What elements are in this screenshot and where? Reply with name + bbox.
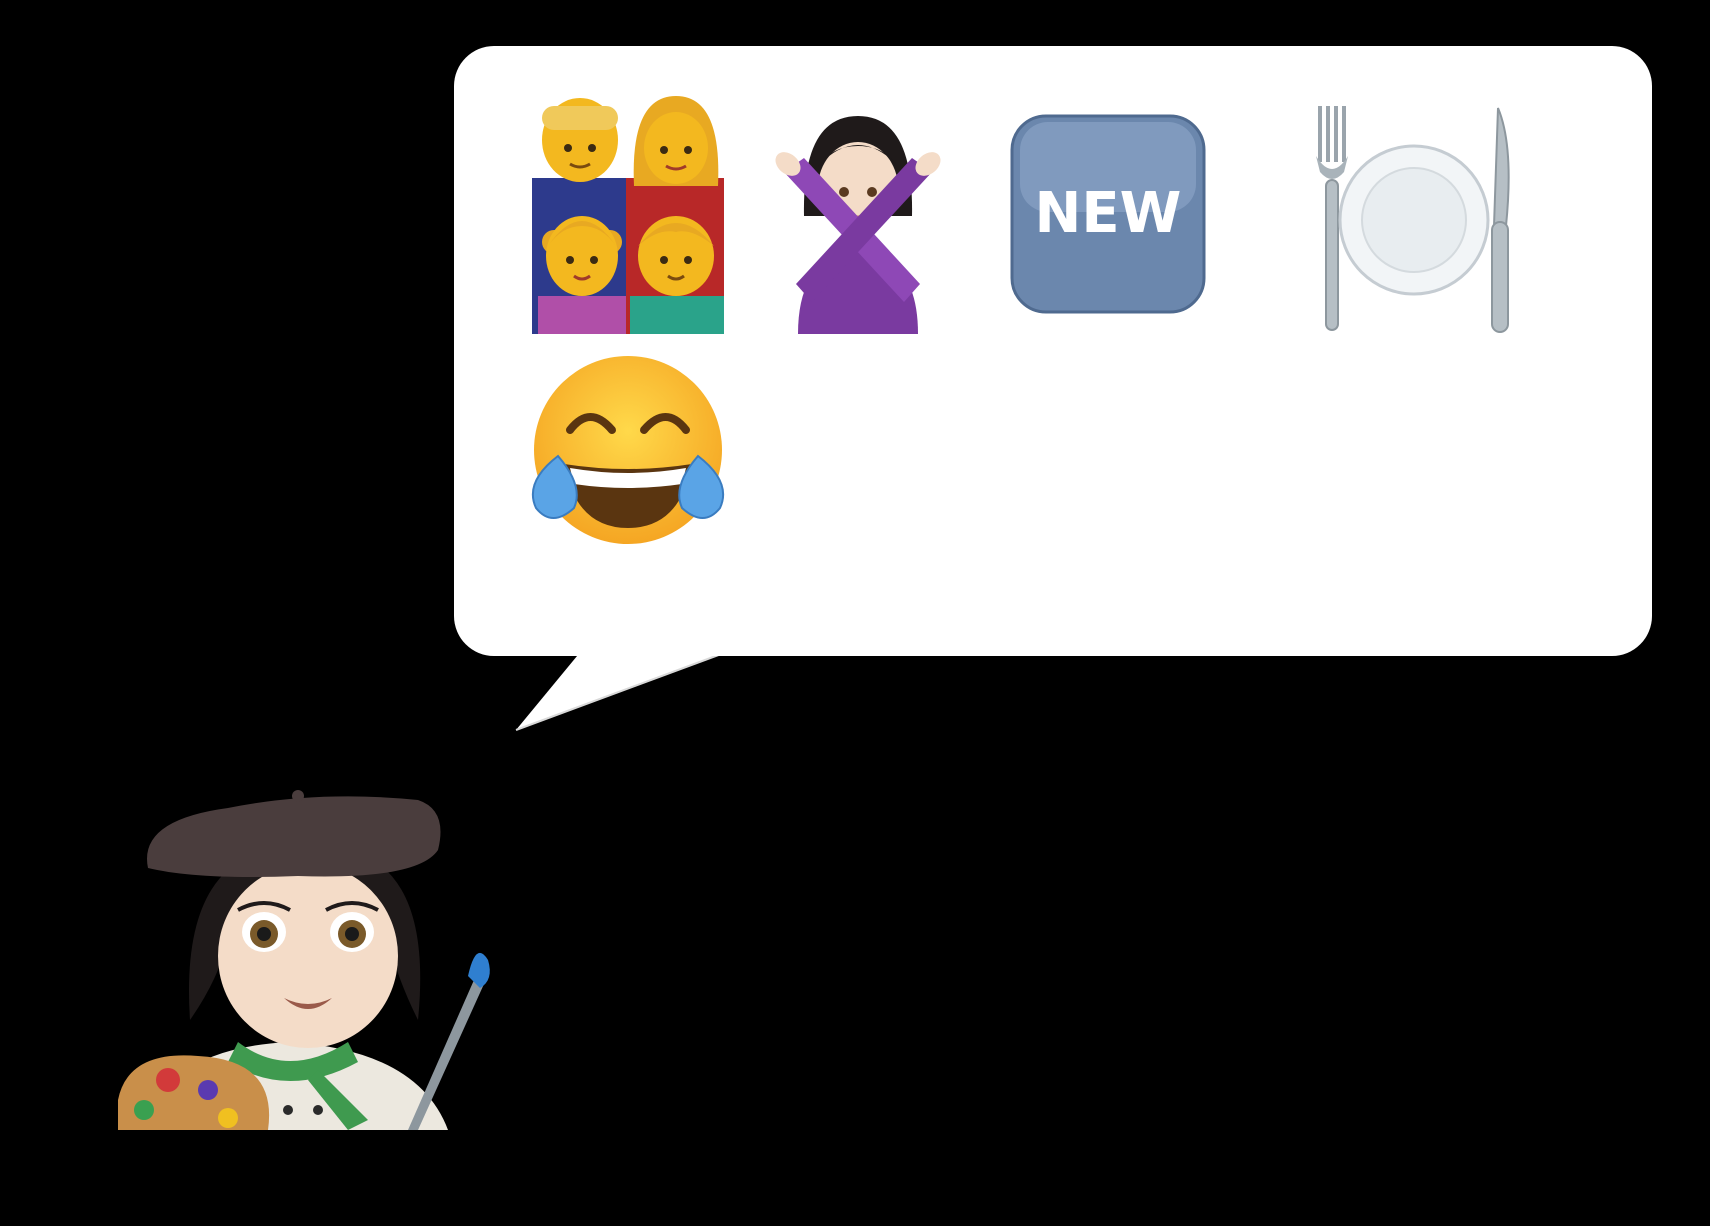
new-button-emoji: NEW [1010, 114, 1206, 314]
speech-bubble: NEW [454, 46, 1652, 656]
new-badge-label: NEW [1035, 181, 1182, 246]
fork-and-knife-with-plate-emoji [1316, 106, 1510, 333]
woman-gesturing-no-emoji [775, 116, 941, 334]
family-emoji [532, 96, 724, 334]
face-with-tears-of-joy-emoji [531, 356, 725, 544]
woman-artist-emoji [118, 790, 490, 1130]
